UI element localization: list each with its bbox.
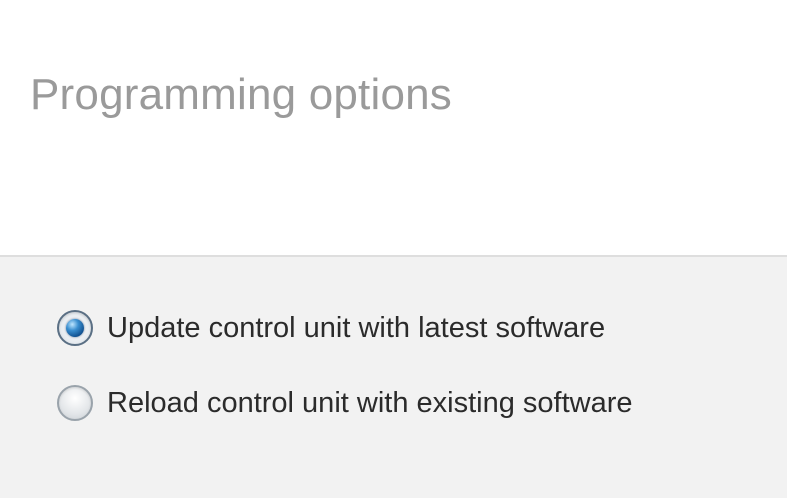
options-panel: Update control unit with latest software…	[0, 255, 787, 498]
radio-button-unselected[interactable]	[57, 385, 93, 421]
radio-dot-icon	[66, 319, 84, 337]
page-title: Programming options	[30, 70, 452, 119]
header: Programming options	[0, 0, 787, 255]
option-label[interactable]: Update control unit with latest software	[107, 312, 605, 345]
programming-options-page: Programming options Update control unit …	[0, 0, 787, 498]
radio-button-selected[interactable]	[57, 310, 93, 346]
option-reload-existing[interactable]: Reload control unit with existing softwa…	[57, 385, 632, 421]
option-label[interactable]: Reload control unit with existing softwa…	[107, 387, 632, 420]
option-update-latest[interactable]: Update control unit with latest software	[57, 310, 605, 346]
